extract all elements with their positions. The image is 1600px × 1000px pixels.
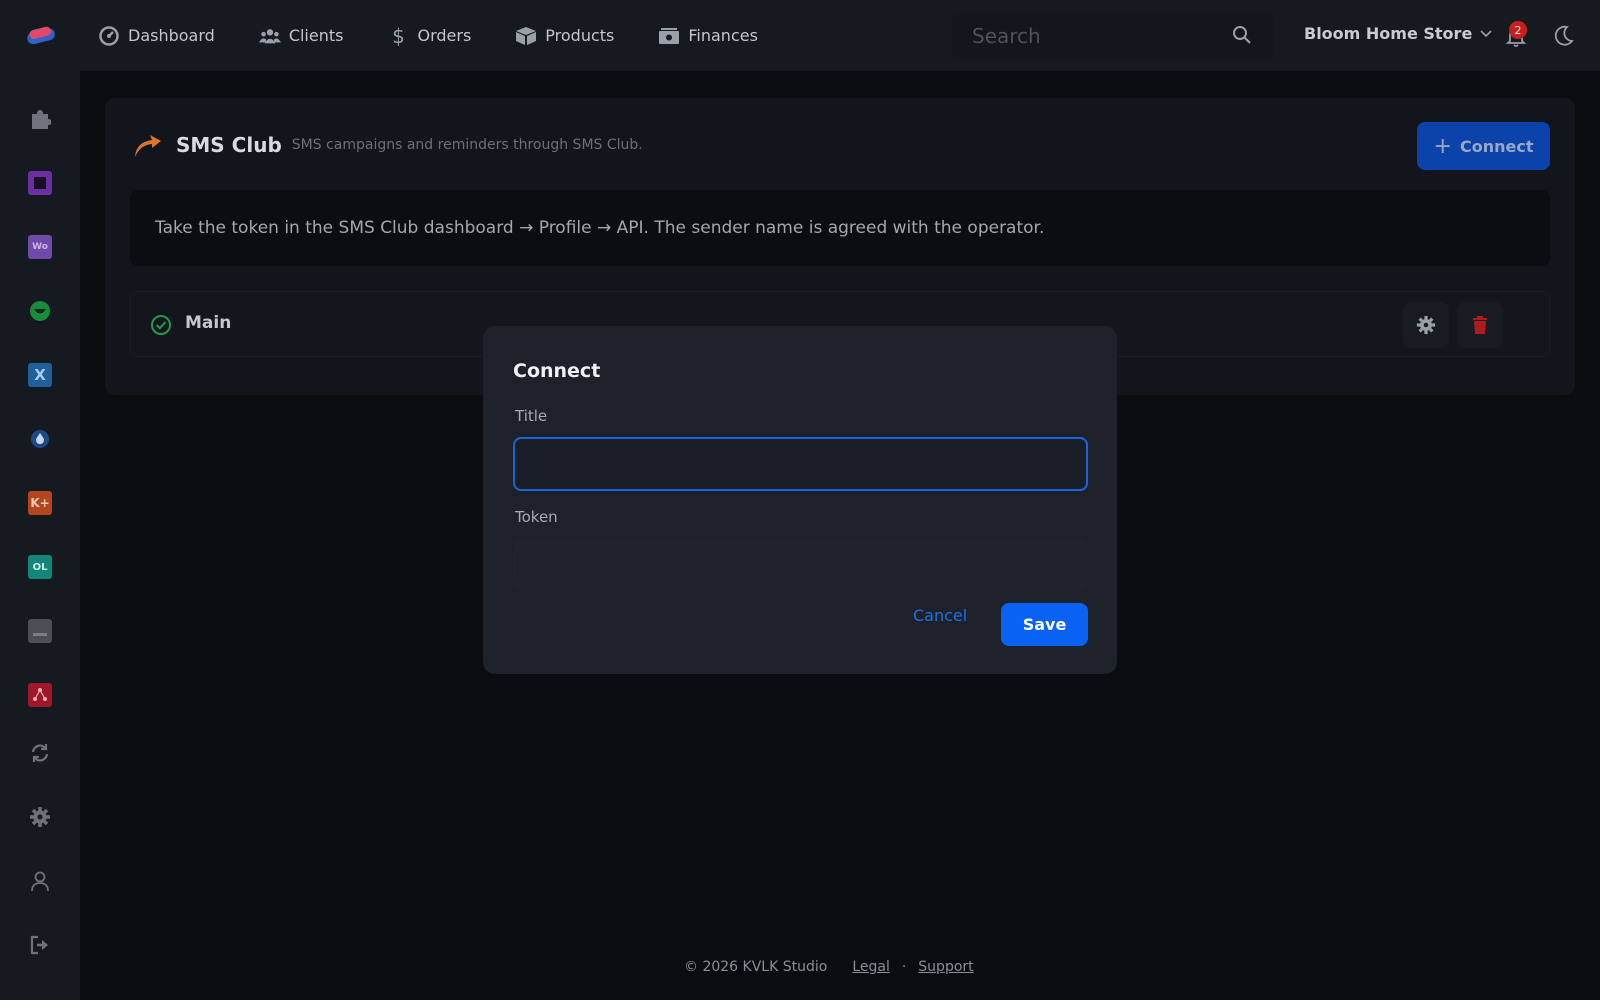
chevron-down-icon: [1480, 29, 1492, 37]
x-icon[interactable]: X: [28, 363, 52, 387]
support-link[interactable]: Support: [918, 959, 973, 975]
notification-badge: 2: [1509, 21, 1527, 39]
check-circle-icon: [151, 315, 171, 335]
integration-title: SMS Club: [176, 133, 282, 157]
title-field-label: Title: [515, 407, 548, 425]
connect-button[interactable]: + Connect: [1417, 122, 1550, 170]
title-field[interactable]: [513, 437, 1088, 491]
k-icon[interactable]: K+: [28, 491, 52, 515]
sms-club-logo-icon: [135, 135, 161, 157]
box-icon: [515, 25, 537, 47]
gear-icon[interactable]: [28, 805, 52, 829]
refresh-icon[interactable]: [28, 741, 52, 765]
footer-separator: ·: [901, 959, 907, 975]
connect-modal: Connect Title Token Cancel Save: [483, 326, 1117, 674]
connection-settings-button[interactable]: [1403, 302, 1449, 348]
cancel-button[interactable]: Cancel: [913, 606, 967, 625]
users-icon: [258, 25, 281, 47]
moon-icon[interactable]: [1552, 25, 1574, 47]
nav-clients[interactable]: Clients: [258, 25, 344, 47]
sidebar: Wo X K+ OL: [0, 71, 80, 1000]
nav-orders[interactable]: $ Orders: [387, 23, 472, 48]
square-icon[interactable]: [28, 171, 52, 195]
integration-subtitle: SMS campaigns and reminders through SMS …: [291, 137, 643, 153]
nav-finances-label: Finances: [688, 26, 758, 45]
puzzle-icon[interactable]: [28, 107, 52, 131]
woo-icon[interactable]: Wo: [28, 235, 52, 259]
nav-dashboard-label: Dashboard: [128, 26, 215, 45]
token-field[interactable]: [513, 539, 1088, 591]
logout-icon[interactable]: [28, 933, 52, 957]
dollar-icon: $: [392, 23, 405, 48]
integration-header: SMS Club SMS campaigns and reminders thr…: [132, 132, 643, 158]
trash-icon: [1473, 316, 1487, 334]
modal-title: Connect: [513, 360, 601, 382]
main-nav: Dashboard Clients $ Orders Products Fina…: [98, 0, 802, 71]
copyright-text: © 2026 KVLK Studio: [684, 959, 828, 975]
store-name: Bloom Home Store: [1304, 24, 1473, 43]
app-logo[interactable]: [26, 24, 58, 46]
token-field-label: Token: [515, 508, 558, 526]
search-input[interactable]: [972, 24, 1222, 48]
nav-products[interactable]: Products: [515, 25, 614, 47]
network-icon[interactable]: [28, 683, 52, 707]
footer: © 2026 KVLK Studio Legal · Support: [684, 959, 974, 975]
money-icon: [658, 25, 680, 47]
nav-finances[interactable]: Finances: [658, 25, 758, 47]
gear-icon: [1416, 315, 1436, 335]
nav-orders-label: Orders: [417, 26, 472, 45]
plus-icon: +: [1433, 133, 1452, 159]
legal-link[interactable]: Legal: [852, 959, 890, 975]
nav-products-label: Products: [545, 26, 615, 45]
save-button[interactable]: Save: [1001, 603, 1088, 646]
connection-delete-button[interactable]: [1457, 302, 1503, 348]
drop-icon[interactable]: [28, 427, 52, 451]
connection-label: Main: [185, 313, 232, 333]
card-icon[interactable]: [28, 619, 52, 643]
ol-icon[interactable]: OL: [28, 555, 52, 579]
smile-icon[interactable]: [28, 299, 52, 323]
search-box: [952, 13, 1274, 59]
search-icon[interactable]: [1232, 25, 1252, 45]
info-banner: Take the token in the SMS Club dashboard…: [130, 190, 1550, 266]
connect-button-label: Connect: [1459, 136, 1534, 156]
nav-dashboard[interactable]: Dashboard: [98, 25, 215, 47]
store-selector[interactable]: Bloom Home Store: [1304, 24, 1492, 43]
dashboard-icon: [98, 25, 120, 47]
nav-clients-label: Clients: [288, 26, 344, 45]
user-icon[interactable]: [28, 869, 52, 893]
top-bar: Dashboard Clients $ Orders Products Fina…: [0, 0, 1600, 71]
